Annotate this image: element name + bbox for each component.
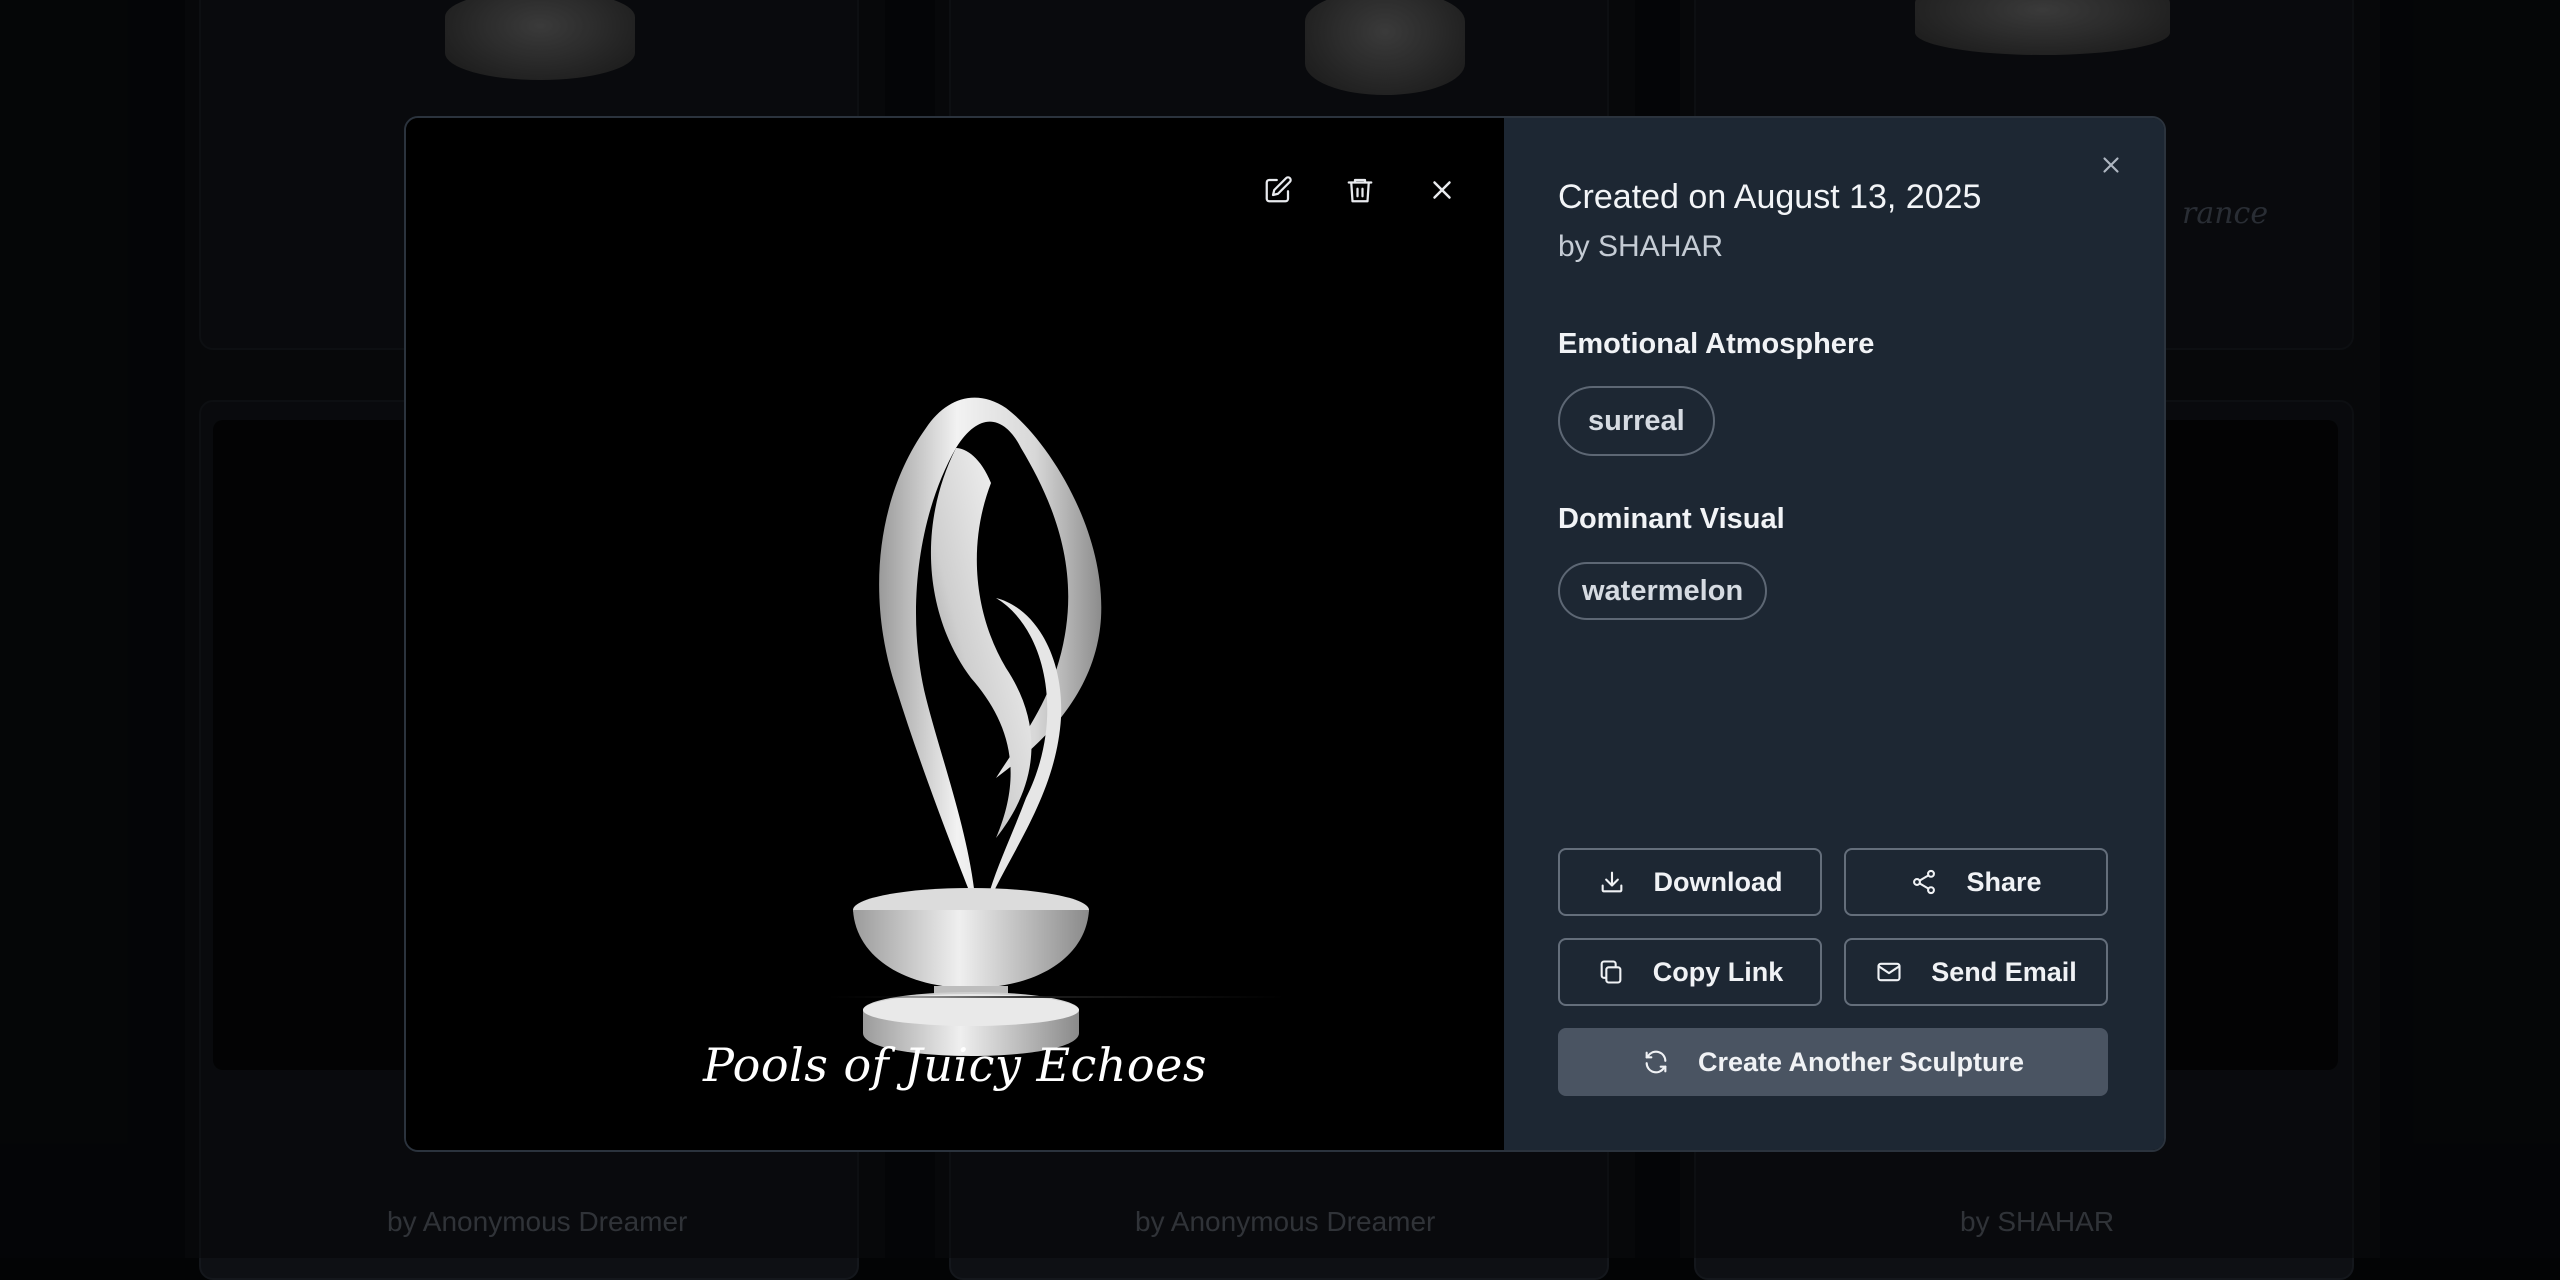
- dominant-visual-heading: Dominant Visual: [1558, 503, 1785, 535]
- download-label: Download: [1653, 866, 1783, 897]
- dominant-visual-tag: watermelon: [1558, 562, 1768, 620]
- send-email-button[interactable]: Send Email: [1844, 938, 2108, 1006]
- sculpture-viewer: Pools of Juicy Echoes: [406, 118, 1504, 1150]
- sculpture-detail-modal: Pools of Juicy Echoes Created on August …: [404, 116, 2166, 1152]
- close-icon: [1433, 181, 1451, 199]
- edit-icon: [1265, 176, 1292, 203]
- edit-button[interactable]: [1248, 160, 1308, 220]
- copy-icon: [1600, 960, 1622, 984]
- close-icon: [2103, 157, 2119, 173]
- sculpture-image: [853, 397, 1102, 1056]
- send-email-label: Send Email: [1931, 956, 2077, 987]
- details-panel: Created on August 13, 2025 by SHAHAR Emo…: [1504, 118, 2164, 1150]
- created-date: Created on August 13, 2025: [1558, 178, 1982, 216]
- copy-link-label: Copy Link: [1652, 956, 1784, 987]
- mail-icon: [1877, 962, 1901, 982]
- copy-link-button[interactable]: Copy Link: [1558, 938, 1822, 1006]
- download-button[interactable]: Download: [1558, 848, 1822, 916]
- delete-button[interactable]: [1330, 160, 1390, 220]
- create-another-label: Create Another Sculpture: [1697, 1046, 2025, 1077]
- share-icon: [1913, 869, 1936, 895]
- refresh-icon: [1645, 1050, 1667, 1074]
- share-button[interactable]: Share: [1844, 848, 2108, 916]
- details-close-button[interactable]: [2086, 140, 2136, 190]
- emotional-atmosphere-heading: Emotional Atmosphere: [1558, 328, 1875, 360]
- title-divider: [826, 996, 1286, 998]
- share-label: Share: [1966, 866, 2042, 897]
- emotional-atmosphere-tag: surreal: [1558, 386, 1715, 456]
- download-icon: [1601, 871, 1622, 893]
- sculpture-title: Pools of Juicy Echoes: [703, 1038, 1207, 1092]
- author-byline: by SHAHAR: [1558, 230, 1724, 263]
- viewer-close-button[interactable]: [1412, 160, 1472, 220]
- trash-icon: [1347, 178, 1373, 203]
- create-another-button[interactable]: Create Another Sculpture: [1558, 1028, 2108, 1096]
